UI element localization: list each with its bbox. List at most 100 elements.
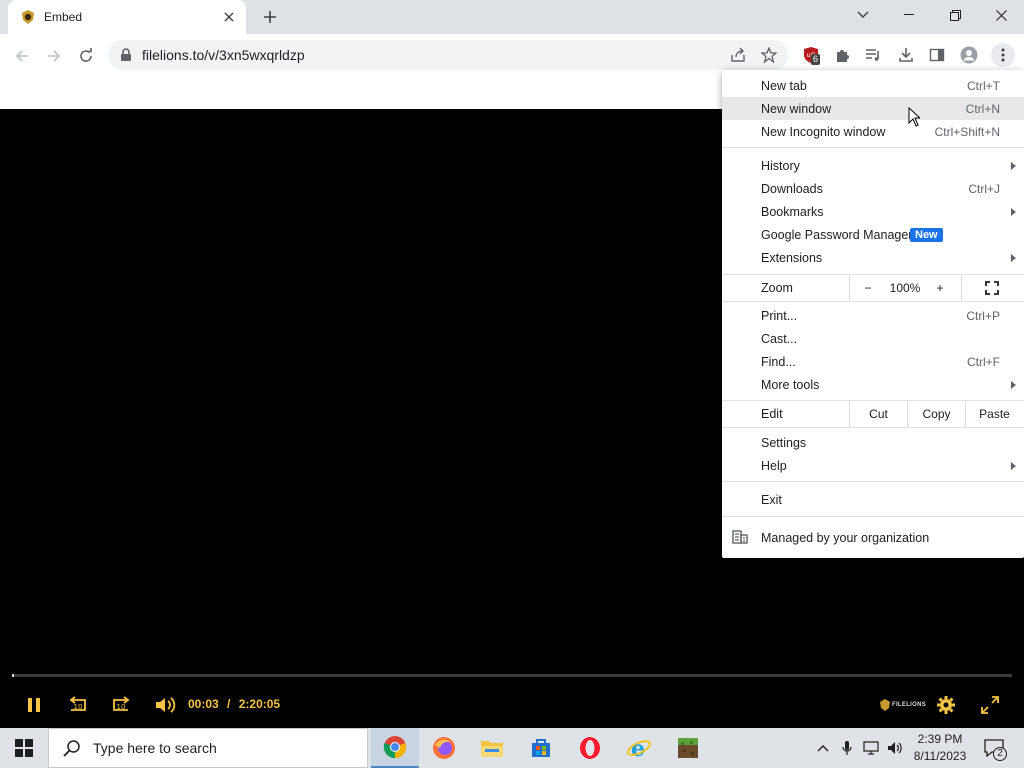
zoom-divider xyxy=(849,275,850,301)
bookmark-star-icon[interactable] xyxy=(758,44,780,66)
menu-item-find[interactable]: Find... Ctrl+F xyxy=(722,350,1024,373)
menu-separator xyxy=(722,301,1024,302)
seek-bar-progress xyxy=(12,674,14,677)
extensions-puzzle-icon[interactable] xyxy=(831,44,853,66)
media-queue-icon[interactable] xyxy=(862,44,884,66)
duration: 2:20:05 xyxy=(238,697,281,711)
tab-search-icon[interactable] xyxy=(840,0,886,30)
submenu-arrow-icon xyxy=(1011,207,1016,216)
search-placeholder: Type here to search xyxy=(93,740,217,756)
back-button[interactable] xyxy=(8,42,36,70)
search-icon xyxy=(63,740,80,757)
windows-taskbar: Type here to search e 2:39 PM 8/11/2023 … xyxy=(0,728,1024,768)
mouse-cursor-icon xyxy=(908,107,920,127)
zoom-in-button[interactable]: + xyxy=(928,275,952,301)
fullscreen-icon[interactable] xyxy=(977,692,1003,718)
menu-item-bookmarks[interactable]: Bookmarks xyxy=(722,200,1024,223)
paste-button[interactable]: Paste xyxy=(966,401,1023,427)
microphone-icon[interactable] xyxy=(837,738,857,758)
tab-embed[interactable]: Embed xyxy=(8,0,246,34)
menu-item-cast[interactable]: Cast... xyxy=(722,327,1024,350)
show-hidden-icons-chevron-icon[interactable] xyxy=(813,738,833,758)
firefox-taskbar-icon[interactable] xyxy=(420,728,468,768)
menu-separator xyxy=(722,147,1024,148)
zoom-out-button[interactable]: − xyxy=(854,275,882,301)
menu-item-history[interactable]: History xyxy=(722,154,1024,177)
menu-item-settings[interactable]: Settings xyxy=(722,431,1024,454)
filelions-favicon-icon xyxy=(22,10,34,24)
internet-explorer-taskbar-icon[interactable]: e xyxy=(615,728,663,768)
submenu-arrow-icon xyxy=(1011,380,1016,389)
current-time: 00:03 xyxy=(188,697,219,711)
menu-item-print[interactable]: Print... Ctrl+P xyxy=(722,304,1024,327)
side-panel-icon[interactable] xyxy=(926,44,948,66)
submenu-arrow-icon xyxy=(1011,253,1016,262)
url-text[interactable]: filelions.to/v/3xn5wxqrldzp xyxy=(142,47,305,63)
fullscreen-menu-icon[interactable] xyxy=(972,275,1012,301)
chrome-main-menu: New tab Ctrl+T New window Ctrl+N New Inc… xyxy=(722,70,1024,558)
time-display: 00:03 / 2:20:05 xyxy=(188,697,280,711)
opera-taskbar-icon[interactable] xyxy=(566,728,614,768)
taskbar-search-box[interactable]: Type here to search xyxy=(48,728,368,768)
minimize-button[interactable] xyxy=(886,0,932,30)
svg-text:10: 10 xyxy=(117,703,126,711)
network-icon[interactable] xyxy=(861,738,881,758)
menu-item-downloads[interactable]: Downloads Ctrl+J xyxy=(722,177,1024,200)
new-badge: New xyxy=(910,228,943,242)
clock-date: 8/11/2023 xyxy=(913,749,967,763)
brand-label: FILELIONS xyxy=(892,702,927,708)
clock-time: 2:39 PM xyxy=(917,732,963,746)
chrome-menu-icon[interactable] xyxy=(991,43,1015,67)
pause-button[interactable] xyxy=(21,692,47,718)
settings-gear-icon[interactable] xyxy=(933,692,959,718)
svg-text:10: 10 xyxy=(74,703,83,711)
close-window-button[interactable] xyxy=(978,0,1024,30)
menu-item-password-manager[interactable]: Google Password Manager New xyxy=(722,223,1024,246)
building-icon xyxy=(732,530,748,544)
menu-separator xyxy=(722,481,1024,482)
system-clock[interactable]: 2:39 PM 8/11/2023 xyxy=(910,731,970,765)
menu-item-more-tools[interactable]: More tools xyxy=(722,373,1024,396)
microsoft-store-taskbar-icon[interactable] xyxy=(517,728,565,768)
close-tab-icon[interactable] xyxy=(218,6,240,28)
menu-item-managed[interactable]: Managed by your organization xyxy=(722,526,1024,549)
zoom-level: 100% xyxy=(889,281,921,295)
cut-button[interactable]: Cut xyxy=(850,401,907,427)
volume-button[interactable] xyxy=(152,692,178,718)
title-bar: Embed xyxy=(0,0,1024,34)
share-icon[interactable] xyxy=(727,44,749,66)
menu-item-exit[interactable]: Exit xyxy=(722,488,1024,511)
volume-tray-icon[interactable] xyxy=(885,738,905,758)
file-explorer-taskbar-icon[interactable] xyxy=(468,728,516,768)
lock-icon[interactable] xyxy=(120,48,132,62)
address-bar[interactable]: filelions.to/v/3xn5wxqrldzp xyxy=(108,40,788,70)
chrome-taskbar-icon[interactable] xyxy=(371,728,419,768)
menu-item-new-tab[interactable]: New tab Ctrl+T xyxy=(722,74,1024,97)
restore-button[interactable] xyxy=(932,0,978,30)
tab-title: Embed xyxy=(44,10,83,24)
seek-bar[interactable] xyxy=(12,674,1012,677)
menu-item-extensions[interactable]: Extensions xyxy=(722,246,1024,269)
copy-button[interactable]: Copy xyxy=(908,401,965,427)
menu-item-new-incognito-window[interactable]: New Incognito window Ctrl+Shift+N xyxy=(722,120,1024,143)
notifications-icon[interactable]: 2 xyxy=(983,737,1007,761)
notification-count: 2 xyxy=(993,747,1007,761)
minecraft-taskbar-icon[interactable] xyxy=(664,728,712,768)
reload-button[interactable] xyxy=(72,42,100,70)
ublock-extension-icon[interactable]: uO 6 xyxy=(800,44,822,66)
rewind-10-button[interactable]: 10 xyxy=(65,692,91,718)
submenu-arrow-icon xyxy=(1011,161,1016,170)
windows-start-icon[interactable] xyxy=(0,728,48,768)
extension-badge: 6 xyxy=(811,54,821,65)
menu-item-help[interactable]: Help xyxy=(722,454,1024,477)
forward-10-button[interactable]: 10 xyxy=(108,692,134,718)
submenu-arrow-icon xyxy=(1011,461,1016,470)
filelions-logo: FILELIONS xyxy=(880,699,926,711)
forward-button[interactable] xyxy=(40,42,68,70)
new-tab-button[interactable] xyxy=(258,6,282,28)
menu-item-new-window[interactable]: New window Ctrl+N xyxy=(722,97,1024,120)
profile-avatar-icon[interactable] xyxy=(958,44,980,66)
download-icon[interactable] xyxy=(895,44,917,66)
time-separator: / xyxy=(227,697,231,711)
zoom-divider xyxy=(961,275,962,301)
